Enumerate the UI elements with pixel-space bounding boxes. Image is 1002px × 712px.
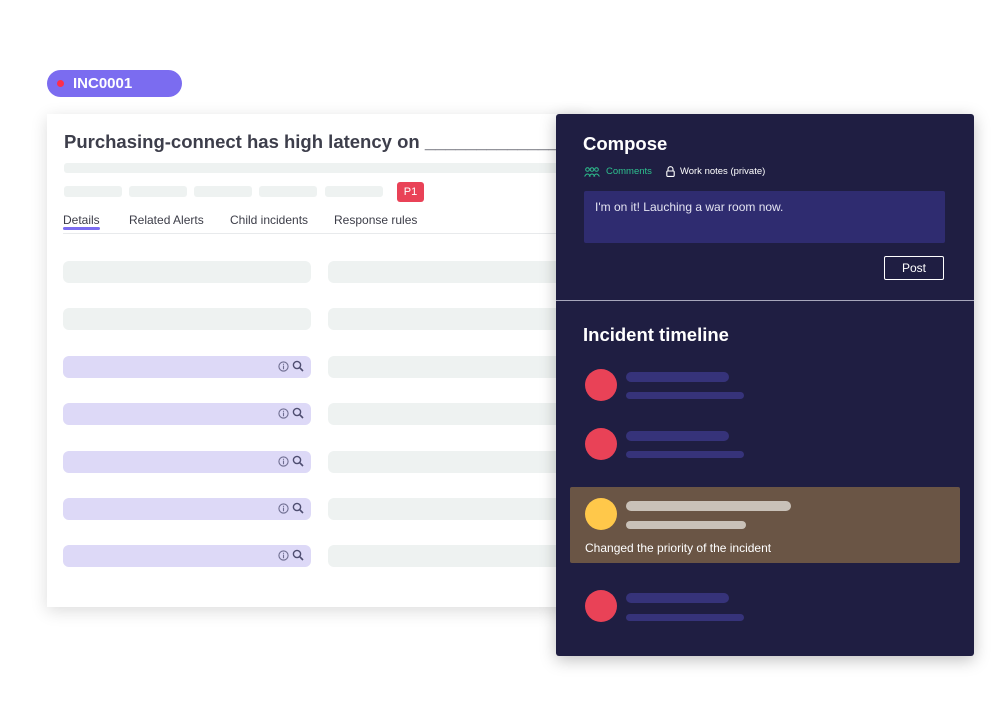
- detail-tabs: Details Related Alerts Child incidents R…: [63, 213, 583, 234]
- users-icon: [584, 166, 600, 177]
- lookup-field-1[interactable]: [63, 356, 311, 378]
- tab-comments-label: Comments: [606, 166, 652, 177]
- incident-id-pill[interactable]: INC0001: [47, 70, 182, 97]
- lookup-field-2-value[interactable]: [328, 403, 587, 425]
- post-button[interactable]: Post: [884, 256, 944, 280]
- lock-icon: [666, 166, 675, 177]
- timeline-entry-placeholder: [626, 593, 729, 603]
- timeline-title: Incident timeline: [583, 324, 729, 345]
- meta-placeholder-4: [259, 186, 317, 197]
- timeline-entry-placeholder: [626, 431, 729, 441]
- tab-response-rules[interactable]: Response rules: [334, 213, 417, 227]
- meta-placeholder-1: [64, 186, 122, 197]
- lookup-field-5[interactable]: [63, 545, 311, 567]
- meta-placeholder-2: [129, 186, 187, 197]
- timeline-item-highlighted[interactable]: Changed the priority of the incident: [570, 487, 960, 563]
- info-icon[interactable]: [278, 455, 289, 467]
- incident-title: Purchasing-connect has high latency on _…: [64, 131, 559, 152]
- tab-comments[interactable]: Comments: [584, 166, 652, 177]
- timeline-avatar: [585, 498, 617, 530]
- compose-textarea[interactable]: I'm on it! Lauching a war room now.: [584, 191, 945, 243]
- meta-placeholder-3: [194, 186, 252, 197]
- compose-tabs: Comments Work notes (private): [584, 166, 765, 177]
- lookup-field-5-value[interactable]: [328, 545, 587, 567]
- info-icon[interactable]: [278, 549, 289, 561]
- tab-child-incidents[interactable]: Child incidents: [230, 213, 308, 227]
- timeline-entry-placeholder: [626, 614, 744, 621]
- lookup-field-4-value[interactable]: [328, 498, 587, 520]
- lookup-field-4[interactable]: [63, 498, 311, 520]
- lookup-field-2[interactable]: [63, 403, 311, 425]
- tab-work-notes[interactable]: Work notes (private): [666, 166, 765, 177]
- timeline-entry-placeholder: [626, 392, 744, 399]
- lookup-field-3[interactable]: [63, 451, 311, 473]
- timeline-avatar: [585, 369, 617, 401]
- search-icon[interactable]: [292, 407, 304, 419]
- timeline-entry-placeholder: [626, 521, 746, 529]
- lookup-field-1-value[interactable]: [328, 356, 587, 378]
- field-1[interactable]: [63, 261, 311, 283]
- timeline-entry-placeholder: [626, 372, 729, 382]
- search-icon[interactable]: [292, 360, 304, 372]
- field-1-value[interactable]: [328, 261, 587, 283]
- description-placeholder: [64, 163, 574, 173]
- timeline-item-text: Changed the priority of the incident: [585, 541, 772, 555]
- info-icon[interactable]: [278, 407, 289, 419]
- priority-badge: P1: [397, 182, 424, 202]
- tab-details[interactable]: Details: [63, 213, 100, 230]
- timeline-entry-placeholder: [626, 451, 744, 458]
- tab-work-notes-label: Work notes (private): [679, 166, 766, 177]
- lookup-field-3-value[interactable]: [328, 451, 587, 473]
- incident-id: INC0001: [73, 75, 133, 92]
- timeline-entry-placeholder: [626, 501, 791, 511]
- meta-placeholder-5: [325, 186, 383, 197]
- tab-related-alerts[interactable]: Related Alerts: [129, 213, 204, 227]
- activity-panel: Compose Comments Work notes (private) I'…: [556, 114, 974, 656]
- field-2-value[interactable]: [328, 308, 587, 330]
- info-icon[interactable]: [278, 502, 289, 514]
- compose-title: Compose: [583, 133, 668, 154]
- search-icon[interactable]: [292, 502, 304, 514]
- search-icon[interactable]: [292, 549, 304, 561]
- section-divider: [556, 300, 974, 301]
- status-dot: [57, 80, 64, 87]
- field-2[interactable]: [63, 308, 311, 330]
- search-icon[interactable]: [292, 455, 304, 467]
- timeline-avatar: [585, 428, 617, 460]
- timeline-avatar: [585, 590, 617, 622]
- incident-details-card: Purchasing-connect has high latency on _…: [47, 114, 587, 607]
- info-icon[interactable]: [278, 360, 289, 372]
